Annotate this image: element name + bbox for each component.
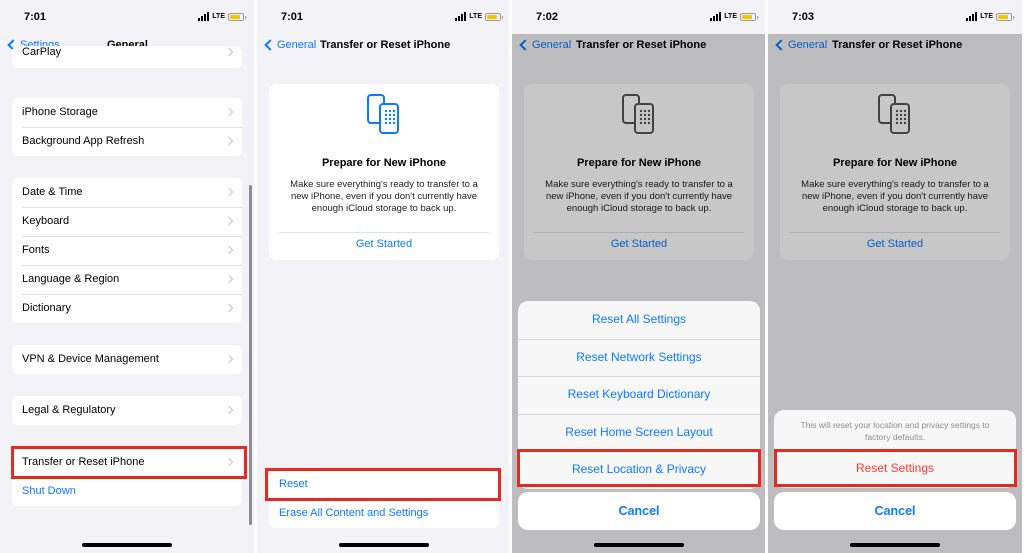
status-bar: 7:01 LTE [257,0,511,34]
status-bar: 7:02 LTE [512,0,766,34]
page-title: Transfer or Reset iPhone [320,39,451,51]
home-indicator [82,543,172,547]
highlight-box [265,468,501,501]
battery-icon [485,12,503,21]
chevron-right-icon [224,274,234,284]
list-item-dictionary[interactable]: Dictionary [12,294,242,323]
list-item-label: VPN & Device Management [22,353,159,365]
status-bar: 7:01 LTE [0,0,254,34]
list-item-fonts[interactable]: Fonts [12,236,242,265]
chevron-right-icon [224,303,234,313]
list-item-label: Dictionary [22,302,71,314]
panel-transfer-reset: 7:01 LTE General Transfer or Reset iPhon… [257,0,511,553]
battery-icon [996,12,1014,21]
chevron-left-icon [264,39,276,51]
reset-keyboard-dictionary-button[interactable]: Reset Keyboard Dictionary [518,376,760,414]
reset-all-settings-button[interactable]: Reset All Settings [518,301,760,339]
settings-group-vpn: VPN & Device Management [12,345,242,374]
chevron-right-icon [224,136,234,146]
highlight-box [774,449,1017,487]
status-icons: LTE [966,12,1014,21]
chevron-right-icon [224,47,234,57]
reset-home-screen-layout-button[interactable]: Reset Home Screen Layout [518,413,760,452]
network-label: LTE [469,13,482,20]
list-item-label: Fonts [22,244,50,256]
list-item-label: iPhone Storage [22,106,98,118]
list-item-carplay[interactable]: CarPlay [12,46,242,67]
network-label: LTE [724,13,737,20]
cancel-button[interactable]: Cancel [774,492,1016,530]
confirm-message: This will reset your location and privac… [800,420,990,442]
transfer-phones-icon [367,94,399,134]
status-icons: LTE [710,12,758,21]
card-description: Make sure everything's ready to transfer… [290,179,478,214]
chevron-right-icon [224,187,234,197]
highlight-box [11,446,247,479]
list-item-label: Date & Time [22,186,83,198]
list-item-label: Language & Region [22,273,120,285]
battery-icon [228,12,246,21]
list-item-language-region[interactable]: Language & Region [12,265,242,294]
signal-icon [198,12,210,21]
settings-group-legal: Legal & Regulatory [12,396,242,425]
signal-icon [455,12,467,21]
panel-general-settings: 7:01 LTE Settings General CarPlay iPhone… [0,0,254,553]
chevron-right-icon [224,216,234,226]
list-item-label: CarPlay [22,46,62,58]
status-icons: LTE [455,12,503,21]
battery-icon [740,12,758,21]
home-indicator [594,543,684,547]
chevron-right-icon [224,405,234,415]
chevron-right-icon [224,354,234,364]
list-item-background-refresh[interactable]: Background App Refresh [12,127,242,156]
list-item-keyboard[interactable]: Keyboard [12,207,242,236]
list-item-date-time[interactable]: Date & Time [12,178,242,207]
status-bar: 7:03 LTE [768,0,1022,34]
list-item-label: Background App Refresh [22,135,145,147]
network-label: LTE [980,13,993,20]
get-started-button[interactable]: Get Started [269,238,499,250]
network-label: LTE [212,13,225,20]
cancel-button[interactable]: Cancel [518,492,760,530]
list-item-label: Erase All Content and Settings [279,507,429,519]
list-item-vpn[interactable]: VPN & Device Management [12,345,242,374]
list-item-label: Legal & Regulatory [22,404,116,416]
chevron-right-icon [224,245,234,255]
back-button[interactable]: General [263,39,316,51]
status-time: 7:02 [536,11,559,23]
list-item-label: Keyboard [22,215,70,227]
status-icons: LTE [198,12,246,21]
status-time: 7:03 [792,11,815,23]
settings-group-carplay: CarPlay [12,46,242,68]
prepare-card: Prepare for New iPhone Make sure everyth… [269,84,499,260]
reset-network-settings-button[interactable]: Reset Network Settings [518,338,760,377]
panel-reset-options: 7:02 LTE General Transfer or Reset iPhon… [512,0,766,553]
status-time: 7:01 [281,11,304,23]
list-item-label: Shut Down [22,485,76,497]
highlight-box [517,449,761,487]
card-title: Prepare for New iPhone [321,157,447,169]
card-separator [279,232,489,233]
settings-group-storage: iPhone Storage Background App Refresh [12,98,242,156]
settings-group-datetime: Date & Time Keyboard Fonts Language & Re… [12,178,242,323]
list-item-legal[interactable]: Legal & Regulatory [12,396,242,425]
list-item-iphone-storage[interactable]: iPhone Storage [12,98,242,127]
back-label: General [277,39,317,51]
panel-confirm-reset: 7:03 LTE General Transfer or Reset iPhon… [768,0,1022,553]
scrollbar[interactable] [249,185,252,525]
signal-icon [710,12,722,21]
status-time: 7:01 [24,11,47,23]
home-indicator [339,543,429,547]
nav-bar: General Transfer or Reset iPhone [257,34,511,58]
home-indicator [850,543,940,547]
shut-down-link[interactable]: Shut Down [12,477,242,506]
chevron-right-icon [224,107,234,117]
signal-icon [966,12,978,21]
erase-all-button[interactable]: Erase All Content and Settings [269,499,499,528]
